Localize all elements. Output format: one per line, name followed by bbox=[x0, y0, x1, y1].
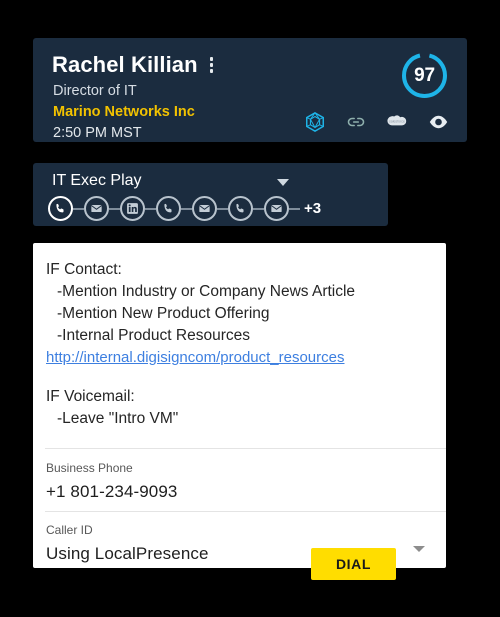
contact-local-time: 2:50 PM MST bbox=[53, 125, 142, 141]
play-step-linkedin[interactable] bbox=[120, 196, 145, 221]
chevron-down-icon[interactable] bbox=[277, 179, 289, 186]
salesforce-cloud-icon[interactable]: salesforce bbox=[385, 110, 409, 134]
play-selector-bar[interactable]: IT Exec Play +3 bbox=[33, 163, 388, 226]
business-phone-value: +1 801-234-9093 bbox=[46, 482, 178, 501]
play-name-label: IT Exec Play bbox=[52, 172, 142, 189]
kebab-menu-icon[interactable] bbox=[206, 55, 218, 75]
contact-job-title: Director of IT bbox=[53, 83, 137, 99]
script-contact-heading: IF Contact: bbox=[46, 261, 122, 278]
play-step-phone[interactable] bbox=[48, 196, 73, 221]
field-divider bbox=[45, 511, 446, 512]
play-step-phone[interactable] bbox=[156, 196, 181, 221]
product-resources-link[interactable]: http://internal.digisigncom/product_reso… bbox=[46, 347, 345, 369]
svg-text:salesforce: salesforce bbox=[389, 119, 405, 123]
eye-icon[interactable] bbox=[426, 110, 450, 134]
business-phone-label: Business Phone bbox=[46, 461, 133, 475]
contact-score-value: 97 bbox=[414, 64, 435, 86]
script-link-row: http://internal.digisigncom/product_reso… bbox=[46, 347, 432, 369]
play-step-connector bbox=[73, 207, 84, 210]
business-phone-field[interactable]: Business Phone +1 801-234-9093 bbox=[46, 462, 434, 500]
call-script-card: IF Contact: -Mention Industry or Company… bbox=[33, 243, 446, 568]
field-divider bbox=[45, 448, 446, 449]
contact-header-card: Rachel Killian Director of IT Marino Net… bbox=[33, 38, 467, 142]
play-step-connector bbox=[217, 207, 228, 210]
link-icon[interactable] bbox=[344, 110, 368, 134]
contact-name-row: Rachel Killian bbox=[52, 54, 217, 76]
play-step-connector bbox=[145, 207, 156, 210]
chevron-down-icon[interactable] bbox=[413, 546, 425, 552]
play-step-connector bbox=[289, 207, 300, 210]
script-bullet: -Internal Product Resources bbox=[57, 327, 250, 344]
play-step-connector bbox=[181, 207, 192, 210]
play-step-email[interactable] bbox=[192, 196, 217, 221]
caller-id-label: Caller ID bbox=[46, 523, 93, 537]
play-step-connector bbox=[109, 207, 120, 210]
script-bullet: -Mention New Product Offering bbox=[57, 305, 270, 322]
integration-icon-row: salesforce bbox=[303, 110, 450, 134]
kebab-dot bbox=[209, 69, 214, 73]
script-voicemail-heading: IF Voicemail: bbox=[46, 388, 135, 405]
play-step-email[interactable] bbox=[264, 196, 289, 221]
play-step-connector bbox=[253, 207, 264, 210]
play-step-phone[interactable] bbox=[228, 196, 253, 221]
dial-button[interactable]: DIAL bbox=[311, 548, 396, 580]
contact-company: Marino Networks Inc bbox=[53, 104, 195, 120]
contact-score-ring: 97 bbox=[400, 51, 449, 100]
play-more-steps-count[interactable]: +3 bbox=[304, 200, 321, 217]
polygon-gem-icon[interactable] bbox=[303, 110, 327, 134]
play-step-email[interactable] bbox=[84, 196, 109, 221]
script-body: IF Contact: -Mention Industry or Company… bbox=[33, 243, 446, 448]
script-bullet: -Mention Industry or Company News Articl… bbox=[57, 283, 356, 300]
kebab-dot bbox=[209, 57, 214, 61]
kebab-dot bbox=[209, 63, 214, 67]
script-bullet: -Leave "Intro VM" bbox=[57, 410, 179, 427]
script-spacer bbox=[46, 369, 432, 386]
contact-name: Rachel Killian bbox=[52, 52, 198, 77]
play-step-sequence: +3 bbox=[48, 196, 321, 221]
